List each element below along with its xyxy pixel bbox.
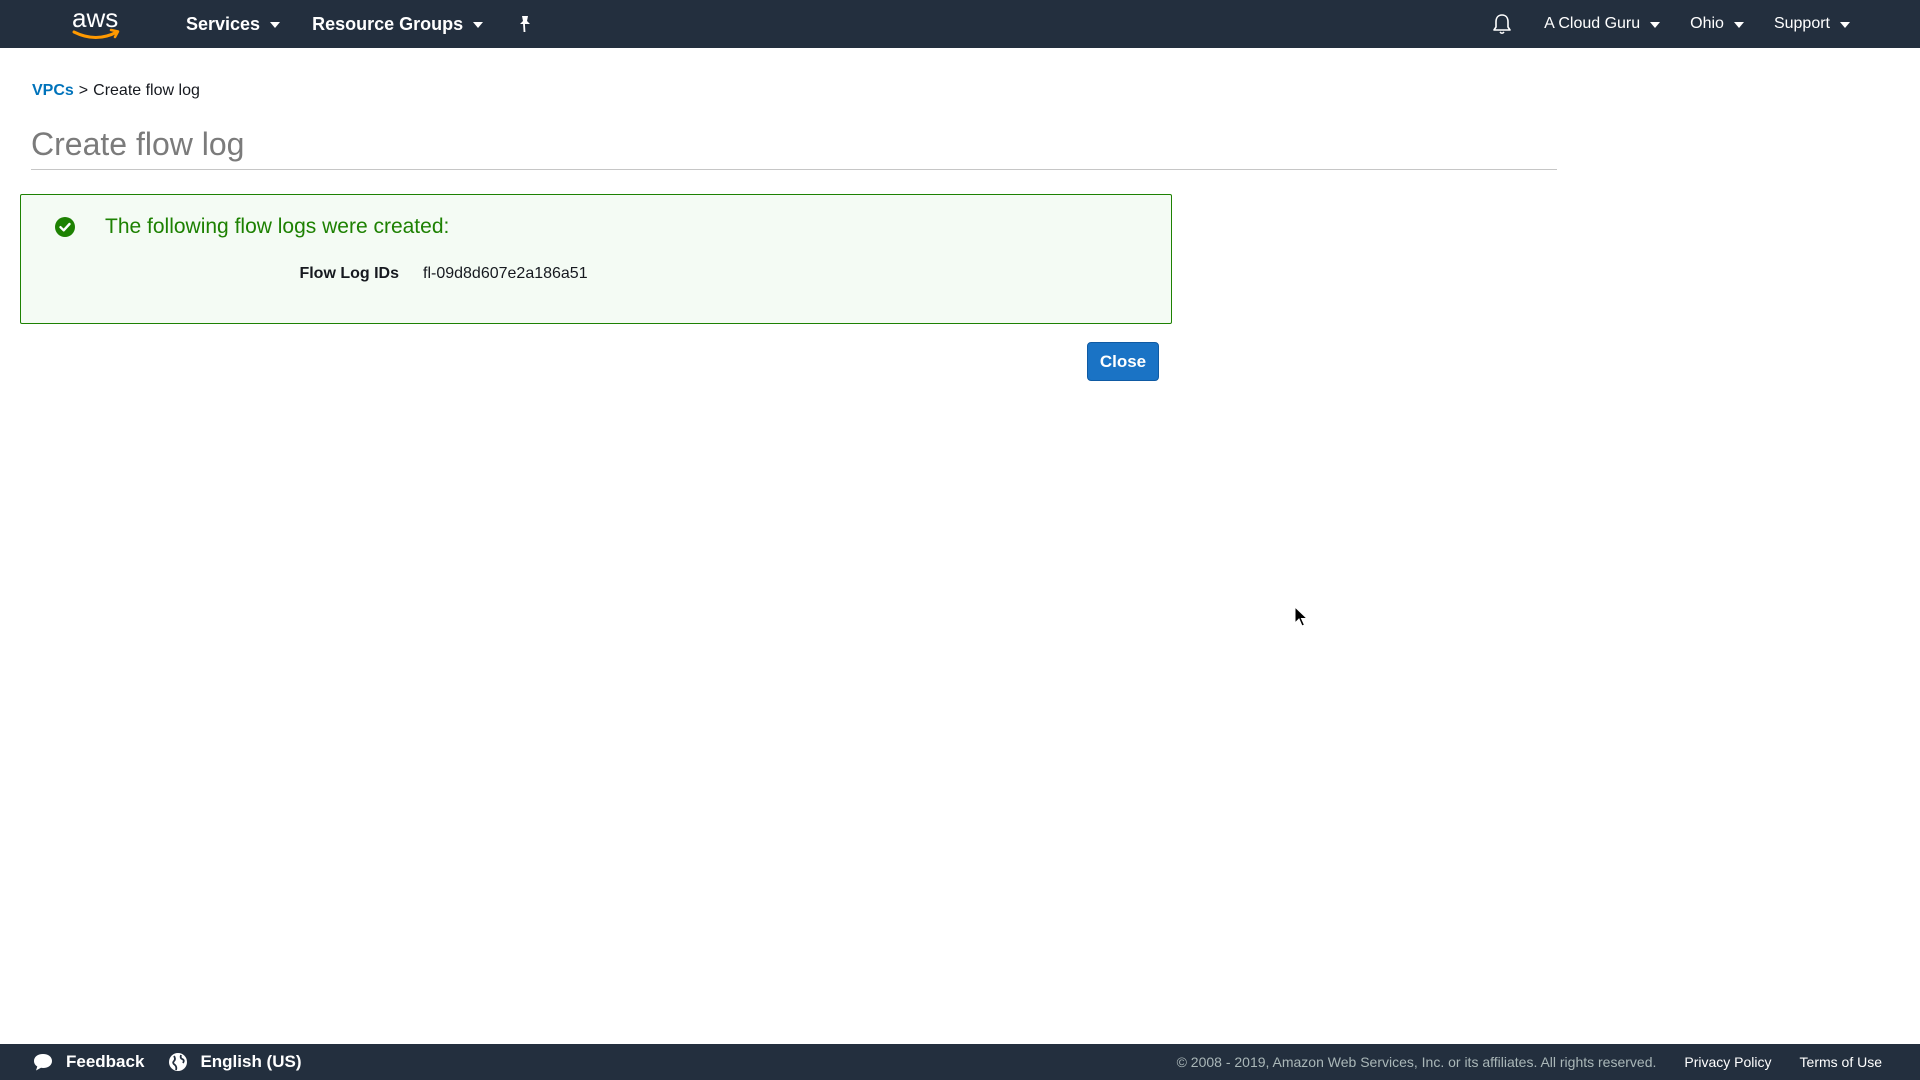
breadcrumb: VPCs > Create flow log <box>32 82 200 100</box>
account-menu[interactable]: A Cloud Guru <box>1544 15 1661 33</box>
feedback-label: Feedback <box>66 1052 145 1071</box>
language-label: English (US) <box>200 1052 302 1071</box>
flow-log-ids-row: Flow Log IDs fl-09d8d607e2a186a51 <box>271 265 588 283</box>
privacy-policy-link[interactable]: Privacy Policy <box>1684 1054 1771 1070</box>
chevron-down-icon <box>473 22 484 28</box>
services-menu[interactable]: Services <box>186 13 281 35</box>
bell-icon[interactable] <box>1492 13 1512 35</box>
flow-log-id-value: fl-09d8d607e2a186a51 <box>423 265 588 282</box>
mouse-cursor-icon <box>1294 605 1309 633</box>
breadcrumb-separator: > <box>78 82 89 99</box>
page-title: Create flow log <box>31 128 1557 170</box>
breadcrumb-vpcs-link[interactable]: VPCs <box>32 82 74 99</box>
pin-icon[interactable] <box>517 15 533 33</box>
language-selector[interactable]: English (US) <box>168 1052 302 1072</box>
speech-bubble-icon <box>34 1054 52 1071</box>
chevron-down-icon <box>1733 22 1744 28</box>
breadcrumb-current: Create flow log <box>93 82 200 99</box>
copyright-text: © 2008 - 2019, Amazon Web Services, Inc.… <box>1176 1054 1657 1070</box>
alert-title: The following flow logs were created: <box>105 215 450 238</box>
region-label: Ohio <box>1690 15 1724 32</box>
aws-logo[interactable]: aws <box>70 3 124 43</box>
chevron-down-icon <box>1650 22 1661 28</box>
footer: Feedback English (US) © 2008 - 2019, Ama… <box>0 1044 1920 1080</box>
resource-groups-menu[interactable]: Resource Groups <box>312 13 484 35</box>
check-circle-icon <box>55 217 75 237</box>
support-label: Support <box>1773 15 1830 32</box>
flow-log-ids-label: Flow Log IDs <box>299 265 399 282</box>
account-label: A Cloud Guru <box>1544 15 1641 32</box>
top-navigation: aws Services Resource Groups A Cloud Gur… <box>0 0 1920 48</box>
success-alert: The following flow logs were created: Fl… <box>20 194 1172 324</box>
close-button[interactable]: Close <box>1087 342 1159 381</box>
region-menu[interactable]: Ohio <box>1690 15 1744 33</box>
terms-of-use-link[interactable]: Terms of Use <box>1800 1054 1882 1070</box>
chevron-down-icon <box>1840 22 1850 28</box>
resource-groups-label: Resource Groups <box>312 13 464 34</box>
globe-icon <box>169 1053 188 1071</box>
chevron-down-icon <box>270 22 281 28</box>
services-label: Services <box>186 13 261 34</box>
support-menu[interactable]: Support <box>1774 15 1850 33</box>
feedback-link[interactable]: Feedback <box>32 1052 144 1072</box>
